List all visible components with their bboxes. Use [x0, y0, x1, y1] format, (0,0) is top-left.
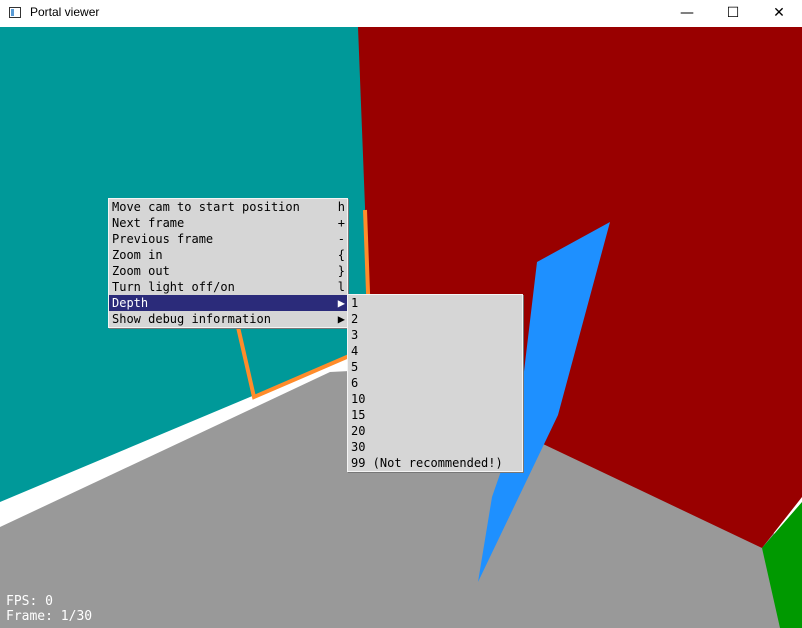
menu-item-next-frame[interactable]: Next frame +	[109, 215, 347, 231]
menu-item-label: Turn light off/on	[112, 280, 235, 294]
menu-item-label: Depth	[112, 296, 149, 310]
menu-item-zoom-in[interactable]: Zoom in {	[109, 247, 347, 263]
maximize-button[interactable]: ☐	[710, 0, 756, 27]
fps-readout: FPS: 0	[6, 594, 53, 609]
menu-item-debug-info[interactable]: Show debug information ▶	[109, 311, 347, 327]
depth-option[interactable]: 3	[348, 327, 522, 343]
minimize-button[interactable]: —	[664, 0, 710, 27]
depth-option[interactable]: 1	[348, 295, 522, 311]
shortcut-label: +	[337, 216, 345, 230]
menu-item-move-cam[interactable]: Move cam to start position h	[109, 199, 347, 215]
menu-item-label: Next frame	[112, 216, 185, 230]
title-bar: Portal viewer — ☐ ✕	[0, 0, 802, 28]
menu-item-toggle-light[interactable]: Turn light off/on l	[109, 279, 347, 295]
app-window-icon	[9, 7, 21, 18]
depth-option[interactable]: 10	[348, 391, 522, 407]
window-title: Portal viewer	[30, 5, 100, 19]
menu-item-depth[interactable]: Depth ▶	[109, 295, 347, 311]
depth-option[interactable]: 15	[348, 407, 522, 423]
frame-readout: Frame: 1/30	[6, 609, 93, 624]
depth-option[interactable]: 2	[348, 311, 522, 327]
menu-item-label: Previous frame	[112, 232, 214, 246]
depth-option[interactable]: 5	[348, 359, 522, 375]
depth-option[interactable]: 30	[348, 439, 522, 455]
depth-option[interactable]: 6	[348, 375, 522, 391]
depth-option[interactable]: 99 (Not recommended!)	[348, 455, 522, 471]
shortcut-label: }	[337, 264, 345, 278]
depth-option[interactable]: 4	[348, 343, 522, 359]
shortcut-label: h	[337, 200, 345, 214]
submenu-arrow-icon: ▶	[337, 296, 345, 310]
menu-item-label: Move cam to start position	[112, 200, 300, 214]
shortcut-label: {	[337, 248, 345, 262]
menu-item-label: Show debug information	[112, 312, 271, 326]
close-button[interactable]: ✕	[756, 0, 802, 27]
submenu-arrow-icon: ▶	[337, 312, 345, 326]
context-menu: Move cam to start position h Next frame + …	[108, 198, 348, 328]
menu-item-label: Zoom out	[112, 264, 170, 278]
shortcut-label: -	[337, 232, 345, 246]
depth-submenu: 1 2 3 4 5 6 10 15 20 30 99 (Not recommen…	[347, 294, 523, 472]
menu-item-zoom-out[interactable]: Zoom out}	[109, 263, 347, 279]
menu-item-previous-frame[interactable]: Previous frame -	[109, 231, 347, 247]
menu-item-label: Zoom in	[112, 248, 163, 262]
depth-option[interactable]: 20	[348, 423, 522, 439]
shortcut-label: l	[337, 280, 345, 294]
